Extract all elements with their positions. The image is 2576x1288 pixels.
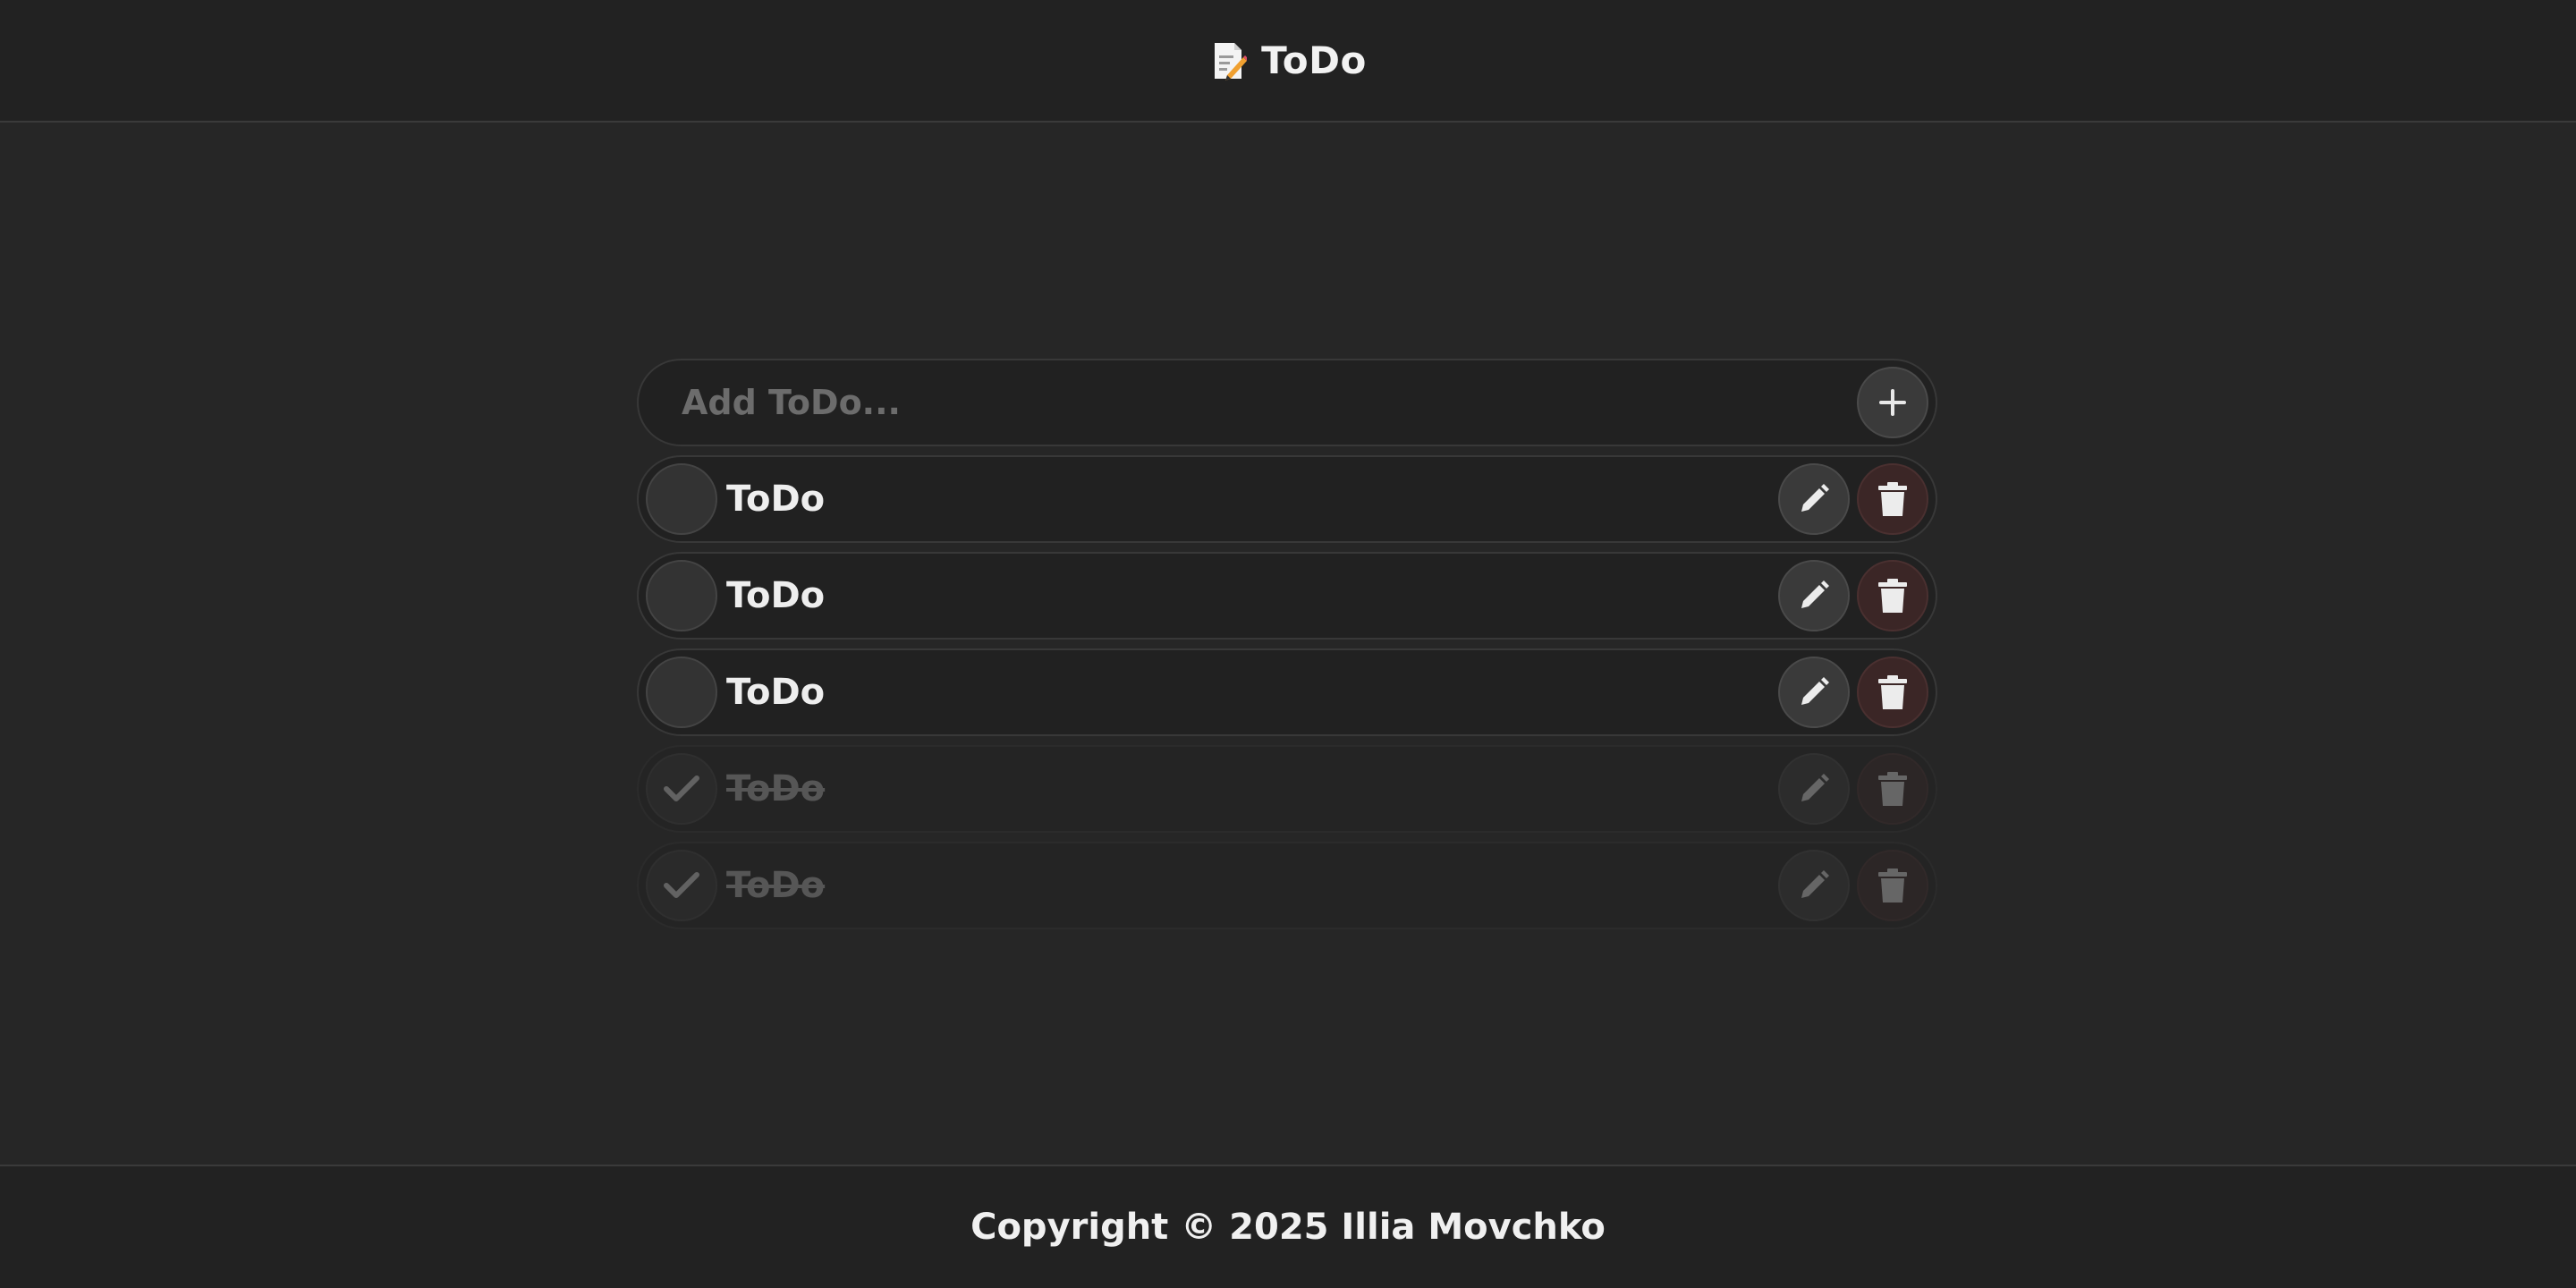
edit-button[interactable] (1778, 753, 1850, 825)
app-title: ToDo (1261, 38, 1367, 82)
pencil-icon (1801, 484, 1829, 512)
memo-icon (1215, 42, 1248, 80)
todo-text: ToDo (726, 575, 826, 616)
edit-button[interactable] (1778, 560, 1850, 631)
checkmark-icon (664, 775, 699, 801)
todo-item: ToDo (637, 648, 1937, 736)
add-todo-input[interactable] (682, 367, 1857, 438)
todo-actions (1778, 657, 1928, 728)
todo-list: ToDo ToDo (637, 359, 1937, 938)
pencil-icon (1801, 580, 1829, 608)
delete-button[interactable] (1857, 657, 1928, 728)
todo-actions (1778, 850, 1928, 921)
delete-button[interactable] (1857, 560, 1928, 631)
todo-text: ToDo (726, 672, 826, 713)
checkmark-icon (664, 872, 699, 898)
todo-toggle[interactable] (646, 463, 717, 535)
edit-button[interactable] (1778, 657, 1850, 728)
todo-toggle[interactable] (646, 560, 717, 631)
edit-button[interactable] (1778, 463, 1850, 535)
trash-icon (1878, 579, 1907, 613)
pencil-icon (1801, 677, 1829, 705)
todo-item: ToDo (637, 552, 1937, 640)
todo-actions (1778, 753, 1928, 825)
todo-toggle[interactable] (646, 657, 717, 728)
pencil-icon (1801, 774, 1829, 801)
todo-actions (1778, 560, 1928, 631)
add-todo-row (637, 359, 1937, 446)
footer: Copyright © 2025 Illia Movchko (0, 1165, 2576, 1288)
delete-button[interactable] (1857, 753, 1928, 825)
todo-toggle[interactable] (646, 753, 717, 825)
todo-text: ToDo (726, 479, 826, 520)
todo-toggle[interactable] (646, 850, 717, 921)
header: ToDo (0, 0, 2576, 123)
todo-item-completed: ToDo (637, 842, 1937, 929)
pencil-icon (1801, 870, 1829, 898)
delete-button[interactable] (1857, 850, 1928, 921)
copyright-text: Copyright © 2025 Illia Movchko (970, 1207, 1606, 1248)
plus-icon (1879, 389, 1906, 416)
todo-text: ToDo (726, 865, 826, 906)
app: ToDo ToDo (0, 0, 2576, 1288)
brand: ToDo (1209, 38, 1367, 82)
delete-button[interactable] (1857, 463, 1928, 535)
trash-icon (1878, 869, 1907, 902)
todo-item: ToDo (637, 455, 1937, 543)
trash-icon (1878, 482, 1907, 516)
add-todo-button[interactable] (1857, 367, 1928, 438)
trash-icon (1878, 772, 1907, 806)
todo-actions (1778, 463, 1928, 535)
trash-icon (1878, 675, 1907, 709)
todo-text: ToDo (726, 768, 826, 809)
todo-item-completed: ToDo (637, 745, 1937, 833)
edit-button[interactable] (1778, 850, 1850, 921)
